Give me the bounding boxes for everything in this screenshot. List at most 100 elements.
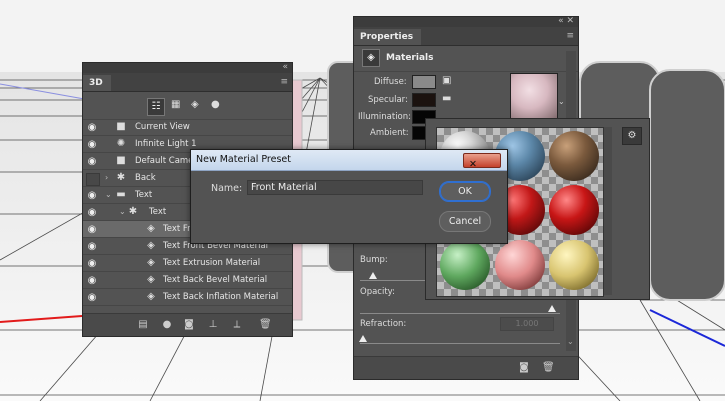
material-swatch-green-glass[interactable] — [440, 240, 490, 290]
layer-label: Text Back Bevel Material — [163, 275, 268, 285]
layer-row-back-bevel-material[interactable]: ◉ ◈ Text Back Bevel Material — [83, 272, 292, 289]
folder-icon[interactable]: ▬ — [442, 93, 451, 104]
material-icon: ◈ — [147, 257, 155, 268]
camera-icon: ■ — [116, 121, 126, 132]
lights-icon[interactable]: ● — [211, 99, 220, 110]
material-swatch-wood[interactable] — [549, 131, 599, 181]
collapse-icon[interactable]: « ✕ — [558, 16, 574, 26]
chevron-down-icon[interactable]: ⌄ — [119, 207, 126, 216]
filter-toolbar: ☷ ▦ ◈ ● — [83, 93, 292, 120]
close-button[interactable]: ✕ — [463, 153, 501, 170]
ok-button[interactable]: OK — [439, 181, 491, 202]
add-light-icon[interactable]: ● — [161, 319, 173, 331]
tab-properties[interactable]: Properties — [354, 29, 422, 45]
layer-label: Text — [135, 190, 153, 200]
trash-icon[interactable]: 🗑 — [542, 362, 555, 374]
material-swatch-pink-glass[interactable] — [495, 240, 545, 290]
mesh-icon: ✱ — [128, 206, 138, 217]
properties-titlebar[interactable]: « ✕ — [354, 16, 578, 27]
trash-icon[interactable]: 🗑 — [259, 319, 272, 331]
name-input[interactable] — [247, 180, 423, 195]
diffuse-swatch[interactable] — [412, 75, 436, 89]
cancel-button[interactable]: Cancel — [439, 211, 491, 232]
picker-scrollbar[interactable] — [604, 127, 612, 295]
visibility-empty-icon[interactable] — [86, 173, 100, 186]
refraction-slider-thumb[interactable] — [359, 335, 367, 342]
mesh-icon: ✱ — [116, 172, 126, 183]
material-icon: ◈ — [147, 291, 155, 302]
opacity-label: Opacity: — [360, 287, 395, 297]
material-swatch-red-glossy[interactable] — [549, 185, 599, 235]
refraction-label: Refraction: — [360, 319, 407, 329]
materials-icon[interactable]: ◈ — [362, 49, 380, 67]
ambient-label: Ambient: — [370, 128, 409, 138]
tab-3d[interactable]: 3D — [83, 75, 111, 91]
opacity-slider-thumb[interactable] — [548, 305, 556, 312]
layer-row-back-inflation-material[interactable]: ◉ ◈ Text Back Inflation Material — [83, 289, 292, 306]
visibility-eye-icon[interactable]: ◉ — [86, 275, 98, 286]
section-title: Materials — [386, 53, 434, 63]
folder-icon: ▬ — [116, 189, 126, 200]
visibility-eye-icon[interactable]: ◉ — [86, 292, 98, 303]
illumination-label: Illumination: — [358, 112, 412, 122]
layer-label: Text Back Inflation Material — [163, 292, 279, 302]
new-material-preset-dialog: New Material Preset ✕ Name: OK Cancel — [190, 149, 508, 244]
material-preview-thumbnail[interactable] — [510, 73, 558, 121]
panel-menu-icon[interactable]: ≡ — [280, 77, 288, 87]
panel-3d-titlebar[interactable]: « — [83, 62, 292, 73]
panel-menu-icon[interactable]: ≡ — [566, 31, 574, 41]
chevron-right-icon[interactable]: › — [105, 173, 108, 182]
chevron-down-icon[interactable]: ⌄ — [105, 190, 112, 199]
refraction-slider-track[interactable] — [360, 343, 560, 344]
name-label: Name: — [211, 183, 243, 194]
panel-3d-bottom-toolbar: ▤ ● ◙ ⊥ ⟂ 🗑 — [83, 313, 292, 336]
refraction-value-field[interactable]: 1.000 — [500, 317, 554, 331]
visibility-eye-icon[interactable]: ◉ — [86, 190, 98, 201]
visibility-eye-icon[interactable]: ◉ — [86, 122, 98, 133]
layer-label: Back — [135, 173, 156, 183]
visibility-eye-icon[interactable]: ◉ — [86, 241, 98, 252]
whole-scene-icon[interactable]: ☷ — [147, 98, 165, 116]
gear-icon[interactable]: ⚙ — [622, 127, 642, 145]
layer-label: Text — [149, 207, 167, 217]
diffuse-label: Diffuse: — [374, 77, 407, 87]
properties-bottom-toolbar: ◙ 🗑 — [354, 356, 578, 379]
layer-label: Infinite Light 1 — [135, 139, 197, 149]
render-icon[interactable]: ◙ — [183, 319, 195, 331]
canvas-3d-scene: « 3D ≡ ☷ ▦ ◈ ● ◉ ■ Current View ◉ ✺ Infi… — [0, 0, 725, 401]
drop-to-ground-icon[interactable]: ⊥ — [207, 319, 219, 331]
add-constraint-icon[interactable]: ⟂ — [231, 319, 243, 331]
material-icon: ◈ — [147, 274, 155, 285]
layer-label: Text Extrusion Material — [163, 258, 261, 268]
ground-plane-icon[interactable]: ▤ — [137, 319, 149, 331]
opacity-slider-track[interactable] — [360, 313, 560, 314]
layer-label: Current View — [135, 122, 190, 132]
materials-header: ◈ Materials — [354, 45, 578, 72]
material-icon: ◈ — [147, 223, 155, 234]
bump-slider-thumb[interactable] — [369, 272, 377, 279]
visibility-eye-icon[interactable]: ◉ — [86, 258, 98, 269]
materials-icon[interactable]: ◈ — [191, 99, 199, 110]
material-icon: ◈ — [147, 240, 155, 251]
bump-label: Bump: — [360, 255, 388, 265]
specular-swatch[interactable] — [412, 93, 436, 107]
light-icon: ✺ — [116, 138, 126, 149]
texture-file-icon[interactable]: ▣ — [442, 75, 451, 86]
visibility-eye-icon[interactable]: ◉ — [86, 156, 98, 167]
render-icon[interactable]: ◙ — [518, 362, 530, 374]
meshes-icon[interactable]: ▦ — [171, 99, 180, 110]
collapse-icon[interactable]: « — [282, 62, 288, 72]
scroll-down-icon[interactable]: ⌄ — [567, 337, 574, 346]
dialog-titlebar[interactable]: New Material Preset ✕ — [191, 150, 507, 171]
visibility-eye-icon[interactable]: ◉ — [86, 139, 98, 150]
camera-icon: ■ — [116, 155, 126, 166]
layer-row-current-view[interactable]: ◉ ■ Current View — [83, 119, 292, 136]
layer-row-extrusion-material[interactable]: ◉ ◈ Text Extrusion Material — [83, 255, 292, 272]
visibility-eye-icon[interactable]: ◉ — [86, 207, 98, 218]
chevron-down-icon[interactable]: ⌄ — [558, 97, 565, 106]
dialog-title: New Material Preset — [196, 154, 291, 165]
close-icon: ✕ — [469, 159, 477, 170]
specular-label: Specular: — [368, 95, 408, 105]
material-swatch-yellow-glass[interactable] — [549, 240, 599, 290]
visibility-eye-icon[interactable]: ◉ — [86, 224, 98, 235]
